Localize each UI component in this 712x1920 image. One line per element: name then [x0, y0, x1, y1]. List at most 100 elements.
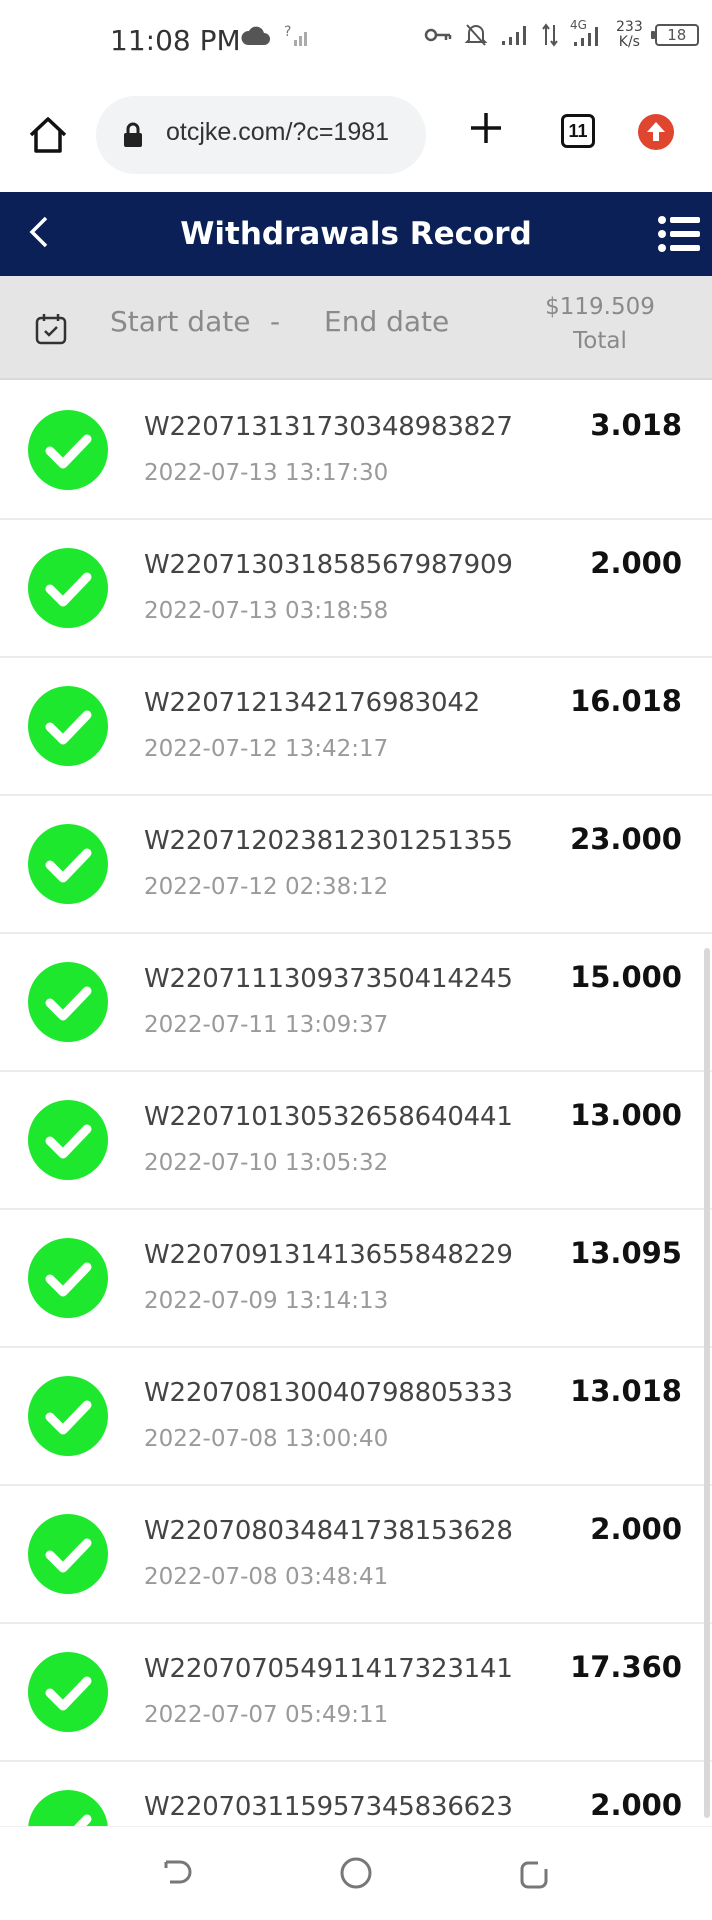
record-time: 2022-07-12 02:38:12 — [144, 874, 389, 900]
record-time: 2022-07-11 13:09:37 — [144, 1012, 389, 1038]
record-amount: 15.000 — [570, 960, 682, 994]
battery-level: 18 — [667, 26, 687, 44]
total-amount: $119.509 — [545, 294, 655, 320]
calendar-icon[interactable] — [34, 312, 68, 346]
withdrawals-list[interactable]: W220713131730348983827 2022-07-13 13:17:3… — [0, 382, 712, 1826]
record-row[interactable]: W2207121342176983042 2022-07-12 13:42:17 1… — [0, 658, 712, 796]
record-id: W220710130532658640441 — [144, 1102, 513, 1132]
record-time: 2022-07-10 13:05:32 — [144, 1150, 389, 1176]
record-id: W220713131730348983827 — [144, 412, 513, 442]
tab-switcher-button[interactable]: 11 — [561, 114, 595, 148]
date-separator: - — [270, 305, 281, 338]
page-title: Withdrawals Record — [180, 216, 532, 252]
record-row[interactable]: W220703115957345836623 2.000 — [0, 1762, 712, 1826]
list-menu-button[interactable] — [656, 212, 704, 256]
record-time: 2022-07-08 13:00:40 — [144, 1426, 389, 1452]
record-row[interactable]: W220707054911417323141 2022-07-07 05:49:1… — [0, 1624, 712, 1762]
success-check-icon — [28, 1376, 108, 1456]
scrollbar[interactable] — [704, 948, 710, 1818]
record-row[interactable]: W220713131730348983827 2022-07-13 13:17:3… — [0, 382, 712, 520]
record-row[interactable]: W220709131413655848229 2022-07-09 13:14:1… — [0, 1210, 712, 1348]
nav-home-icon[interactable] — [338, 1855, 374, 1891]
success-check-icon — [28, 1238, 108, 1318]
record-amount: 2.000 — [590, 546, 682, 580]
record-id: W220708130040798805333 — [144, 1378, 513, 1408]
record-amount: 2.000 — [590, 1788, 682, 1822]
record-amount: 13.095 — [570, 1236, 682, 1270]
success-check-icon — [28, 410, 108, 490]
record-row[interactable]: W220711130937350414245 2022-07-11 13:09:3… — [0, 934, 712, 1072]
success-check-icon — [28, 1652, 108, 1732]
record-row[interactable]: W220710130532658640441 2022-07-10 13:05:3… — [0, 1072, 712, 1210]
bell-off-icon — [464, 24, 488, 46]
record-row[interactable]: W220708034841738153628 2022-07-08 03:48:4… — [0, 1486, 712, 1624]
svg-text:?: ? — [284, 24, 291, 40]
record-time: 2022-07-13 13:17:30 — [144, 460, 389, 486]
record-amount: 2.000 — [590, 1512, 682, 1546]
end-date-input[interactable]: End date — [324, 298, 449, 346]
address-bar[interactable]: otcjke.com/?c=1981 — [96, 96, 426, 174]
record-amount: 23.000 — [570, 822, 682, 856]
record-id: W220712023812301251355 — [144, 826, 513, 856]
url-text[interactable]: otcjke.com/?c=1981 — [166, 118, 416, 147]
signal-unknown-icon: ? — [284, 24, 307, 46]
list-icon — [658, 216, 700, 252]
success-check-icon — [28, 824, 108, 904]
record-row[interactable]: W220713031858567987909 2022-07-13 03:18:5… — [0, 520, 712, 658]
speed-value: 233 — [616, 19, 643, 35]
network-speed: 233 K/s — [616, 20, 643, 50]
record-time: 2022-07-07 05:49:11 — [144, 1702, 389, 1728]
status-time: 11:08 PM — [110, 24, 241, 57]
record-id: W220708034841738153628 — [144, 1516, 513, 1546]
status-left-icons: ? — [240, 24, 310, 48]
lock-icon — [124, 122, 142, 147]
new-tab-button[interactable] — [468, 110, 504, 146]
status-bar: 11:08 PM ? 4G 233 K/s 18 — [0, 0, 712, 80]
home-icon — [29, 117, 67, 153]
record-amount: 16.018 — [570, 684, 682, 718]
record-time: 2022-07-13 03:18:58 — [144, 598, 389, 624]
signal-icon — [502, 26, 526, 45]
record-time: 2022-07-08 03:48:41 — [144, 1564, 389, 1590]
total-label: Total — [573, 328, 627, 354]
record-amount: 17.360 — [570, 1650, 682, 1684]
chevron-left-icon — [29, 216, 48, 248]
record-amount: 13.000 — [570, 1098, 682, 1132]
update-button[interactable] — [638, 114, 674, 150]
vpn-key-icon — [424, 28, 452, 42]
data-arrows-icon — [542, 23, 558, 47]
plus-icon — [471, 113, 501, 143]
tab-count: 11 — [568, 121, 588, 141]
record-amount: 3.018 — [590, 408, 682, 442]
success-check-icon — [28, 1514, 108, 1594]
success-check-icon — [28, 962, 108, 1042]
browser-toolbar: otcjke.com/?c=1981 11 — [0, 80, 712, 192]
record-row[interactable]: W220708130040798805333 2022-07-08 13:00:4… — [0, 1348, 712, 1486]
speed-unit: K/s — [618, 34, 640, 50]
record-time: 2022-07-09 13:14:13 — [144, 1288, 389, 1314]
home-button[interactable] — [26, 113, 70, 157]
record-time: 2022-07-12 13:42:17 — [144, 736, 389, 762]
system-nav-bar — [0, 1826, 712, 1920]
date-filter-bar: Start date - End date $119.509 Total — [0, 276, 712, 380]
record-id: W220707054911417323141 — [144, 1654, 513, 1684]
status-right-icons: 4G 233 K/s 18 — [424, 18, 699, 50]
record-id: W2207121342176983042 — [144, 688, 481, 718]
record-id: W220711130937350414245 — [144, 964, 513, 994]
start-date-input[interactable]: Start date — [110, 298, 250, 346]
back-button[interactable] — [22, 210, 62, 258]
nav-recents-icon[interactable] — [516, 1855, 552, 1891]
success-check-icon — [28, 686, 108, 766]
success-check-icon — [28, 1100, 108, 1180]
app-header: Withdrawals Record — [0, 192, 712, 276]
arrow-up-icon — [647, 122, 665, 141]
success-check-icon — [28, 1790, 108, 1826]
record-amount: 13.018 — [570, 1374, 682, 1408]
record-id: W220713031858567987909 — [144, 550, 513, 580]
battery-icon: 18 — [650, 24, 699, 46]
nav-back-icon[interactable] — [160, 1855, 194, 1889]
record-row[interactable]: W220712023812301251355 2022-07-12 02:38:1… — [0, 796, 712, 934]
signal-4g-icon: 4G — [570, 18, 604, 48]
success-check-icon — [28, 548, 108, 628]
record-id: W220703115957345836623 — [144, 1792, 513, 1822]
